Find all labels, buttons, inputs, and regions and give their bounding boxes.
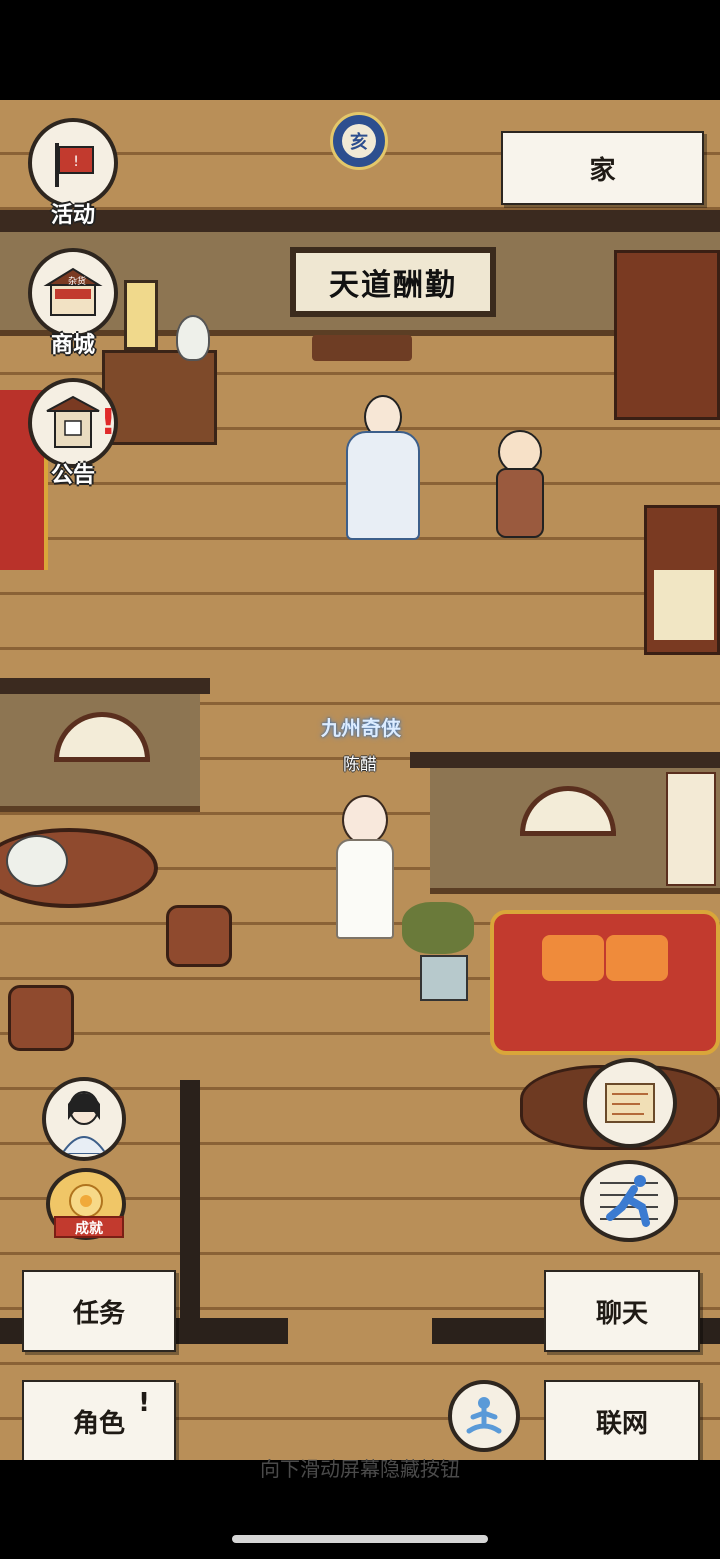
character-alert-icon: !: [138, 1388, 150, 1418]
meditation-button[interactable]: [448, 1380, 520, 1452]
stool: [166, 905, 232, 967]
shop-sign-text: 杂货: [67, 277, 86, 287]
activity-label: 活动: [50, 203, 95, 228]
notice-board-icon: [46, 395, 100, 448]
wardrobe: [614, 250, 720, 420]
sofa-cushion: [606, 935, 668, 981]
motto-sign: 天道酬勤: [290, 247, 496, 317]
character-button-label: 角色: [72, 1408, 125, 1439]
shelf-panel: [654, 570, 714, 640]
shop-icon: [43, 267, 103, 316]
side-table: [102, 350, 217, 445]
shop-button[interactable]: 杂货: [28, 248, 118, 338]
achievement-label: 成就: [54, 1216, 124, 1238]
notice-alert-icon: !: [100, 402, 117, 443]
location-button[interactable]: 家: [501, 131, 704, 205]
map-scroll-icon: [605, 1083, 655, 1123]
teapot: [6, 835, 68, 887]
activity-button[interactable]: !: [28, 118, 118, 208]
character-button[interactable]: 角色 !: [22, 1380, 176, 1462]
swipe-hint: 向下滑动屏幕隐藏按钮: [260, 1457, 460, 1481]
meditation-icon: [466, 1397, 502, 1434]
bonsai-tree: [402, 902, 474, 954]
home-indicator[interactable]: [232, 1535, 488, 1543]
bonsai-pot: [420, 955, 468, 1001]
red-sofa: [490, 910, 720, 1055]
lamp: [124, 280, 158, 350]
network-button[interactable]: 联网: [544, 1380, 700, 1462]
writing-desk: [312, 335, 412, 361]
player-character[interactable]: [332, 795, 394, 940]
top-bar: [0, 0, 720, 100]
left-room-beam: [0, 678, 210, 694]
stool: [8, 985, 74, 1051]
running-icon: [600, 1175, 658, 1227]
shop-label: 商城: [50, 333, 95, 358]
vase: [176, 315, 210, 361]
notice-label: 公告: [50, 463, 95, 488]
chat-button[interactable]: 聊天: [544, 1270, 700, 1352]
time-badge-text: 亥: [342, 124, 376, 158]
portrait-icon: [60, 1091, 108, 1154]
svg-text:!: !: [73, 154, 79, 170]
flag-icon: !: [55, 143, 94, 187]
time-badge[interactable]: 亥: [330, 112, 388, 170]
room-pillar: [180, 1080, 200, 1340]
travel-button[interactable]: [580, 1160, 678, 1242]
map-button[interactable]: [583, 1058, 677, 1148]
player-name: 陈醋: [343, 755, 377, 775]
motto-sign-text: 天道酬勤: [296, 253, 490, 311]
npc-child[interactable]: [490, 430, 546, 540]
character-portrait-button[interactable]: [42, 1077, 126, 1161]
sofa-cushion: [542, 935, 604, 981]
npc-swordsman[interactable]: [346, 395, 420, 545]
tasks-button[interactable]: 任务: [22, 1270, 176, 1352]
wall-scroll-painting: [666, 772, 716, 886]
right-room-beam: [410, 752, 720, 768]
player-title-badge: 九州奇侠: [321, 716, 401, 740]
